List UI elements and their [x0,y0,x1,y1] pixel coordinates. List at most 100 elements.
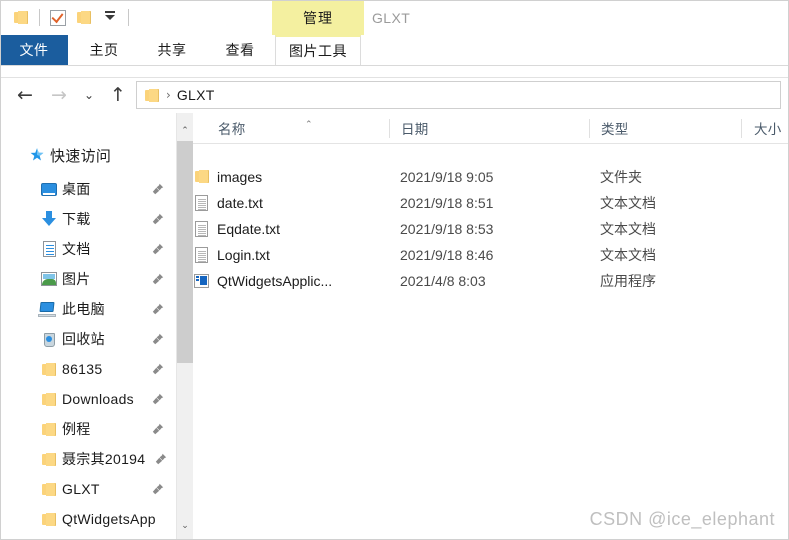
forward-button[interactable]: → [44,78,74,112]
breadcrumb-separator-icon: › [166,88,171,102]
properties-icon[interactable] [45,5,71,31]
tab-share[interactable]: 共享 [146,35,198,65]
column-divider[interactable] [741,119,742,138]
scroll-up-arrow-icon[interactable]: ⌃ [177,122,193,139]
new-folder-icon[interactable] [71,5,97,31]
row-date: 2021/9/18 8:51 [400,194,494,211]
folder-icon [38,418,60,440]
contextual-tab-label: 管理 [303,9,333,26]
customize-dropdown-icon[interactable] [97,5,123,31]
sort-ascending-icon: ⌃ [305,120,313,130]
pin-icon[interactable] [152,243,164,255]
tab-picture-tools[interactable]: 图片工具 [275,35,361,65]
row-name: images [217,168,263,185]
column-header-date[interactable]: 日期 [401,113,429,143]
sidebar-item-pictures[interactable]: 图片 [0,265,176,293]
contextual-tab-manage[interactable]: 管理 [272,0,364,35]
row-type: 文本文档 [600,194,656,211]
back-button[interactable]: ← [10,78,40,112]
folder-icon [38,358,60,380]
ribbon-tab-strip: 文件 主页 共享 查看 图片工具 [0,35,789,65]
row-type: 文本文档 [600,220,656,237]
documents-icon [38,238,60,260]
folder-icon [38,448,60,470]
row-date: 2021/9/18 9:05 [400,168,494,185]
tab-home[interactable]: 主页 [78,35,130,65]
column-header-row: ⌃ 名称 日期 类型 大小 [193,113,789,144]
table-row[interactable]: date.txt 2021/9/18 8:51 文本文档 [193,191,789,214]
row-type: 文件夹 [600,168,642,185]
row-date: 2021/9/18 8:46 [400,246,494,263]
address-bar[interactable]: › GLXT [136,81,781,109]
pin-icon[interactable] [152,303,164,315]
row-name: date.txt [217,194,263,211]
pin-icon[interactable] [152,213,164,225]
ribbon-collapsed-body [0,66,789,78]
address-folder-icon [145,88,160,102]
folder-icon [38,508,60,530]
quick-access-toolbar [8,0,134,35]
table-row[interactable]: images 2021/9/18 9:05 文件夹 [193,165,789,188]
tab-view[interactable]: 查看 [214,35,266,65]
table-row[interactable]: QtWidgetsApplic... 2021/4/8 8:03 应用程序 [193,269,789,292]
pin-icon[interactable] [152,273,164,285]
breadcrumb-glxt[interactable]: GLXT [177,87,215,103]
scroll-down-arrow-icon[interactable]: ⌄ [177,517,193,534]
pin-icon[interactable] [152,333,164,345]
sidebar-item-this-pc[interactable]: 此电脑 [0,295,176,323]
row-name: Login.txt [217,246,270,263]
application-icon [193,272,211,289]
folder-icon [38,478,60,500]
sidebar-item-label: QtWidgetsApp [62,511,156,527]
tab-file[interactable]: 文件 [0,35,68,65]
pin-icon[interactable] [152,423,164,435]
sidebar-item-downloads-folder[interactable]: Downloads [0,385,176,413]
column-divider[interactable] [389,119,390,138]
sidebar-item-label: 下载 [62,211,91,227]
sidebar-header-quick-access[interactable]: 快速访问 [0,141,176,169]
sidebar-item-glxt[interactable]: GLXT [0,475,176,503]
sidebar-item-label: 86135 [62,361,103,377]
pin-icon[interactable] [152,363,164,375]
folder-icon[interactable] [8,5,34,31]
sidebar-item-label: 图片 [62,271,91,287]
scrollbar-thumb[interactable] [177,141,193,363]
window-title: GLXT [372,9,411,26]
sidebar-item-downloads[interactable]: 下载 [0,205,176,233]
text-file-icon [193,194,211,211]
toolbar-divider [39,9,40,26]
sidebar-item-label: 聂宗其20194 [62,451,146,467]
pin-icon[interactable] [155,453,167,465]
sidebar-item-documents[interactable]: 文档 [0,235,176,263]
navigation-pane-scrollbar[interactable]: ⌃ ⌄ [176,113,193,540]
column-divider[interactable] [589,119,590,138]
sidebar-item-recycle-bin[interactable]: 回收站 [0,325,176,353]
recent-locations-button[interactable]: ⌄ [78,78,100,112]
sidebar-item-label: Downloads [62,391,134,407]
star-icon [26,144,48,166]
desktop-icon [38,178,60,200]
table-row[interactable]: Eqdate.txt 2021/9/18 8:53 文本文档 [193,217,789,240]
up-button[interactable]: ↑ [104,78,132,112]
sidebar-item-86135[interactable]: 86135 [0,355,176,383]
sidebar-item-qtwidgetsapp[interactable]: QtWidgetsApp [0,505,176,533]
chevron-down-icon: ⌄ [83,88,95,102]
sidebar-item-desktop[interactable]: 桌面 [0,175,176,203]
pin-icon[interactable] [152,483,164,495]
table-row[interactable]: Login.txt 2021/9/18 8:46 文本文档 [193,243,789,266]
sidebar-item-niezongqi20194[interactable]: 聂宗其20194 [0,445,176,473]
sidebar-item-lcheng[interactable]: 例程 [0,415,176,443]
column-header-type[interactable]: 类型 [601,113,629,143]
this-pc-icon [36,298,58,320]
column-header-name[interactable]: 名称 [218,113,246,143]
pin-icon[interactable] [152,183,164,195]
pin-icon[interactable] [152,393,164,405]
up-arrow-icon: ↑ [110,83,126,106]
column-header-size[interactable]: 大小 [754,113,782,143]
row-type: 文本文档 [600,246,656,263]
sidebar-header-label: 快速访问 [50,147,112,165]
folder-icon [38,388,60,410]
content-area: 快速访问 桌面 下载 文档 图片 此电脑 回收站 86135 Downloads… [0,113,789,540]
toolbar-divider [128,9,129,26]
forward-arrow-icon: → [51,83,67,106]
